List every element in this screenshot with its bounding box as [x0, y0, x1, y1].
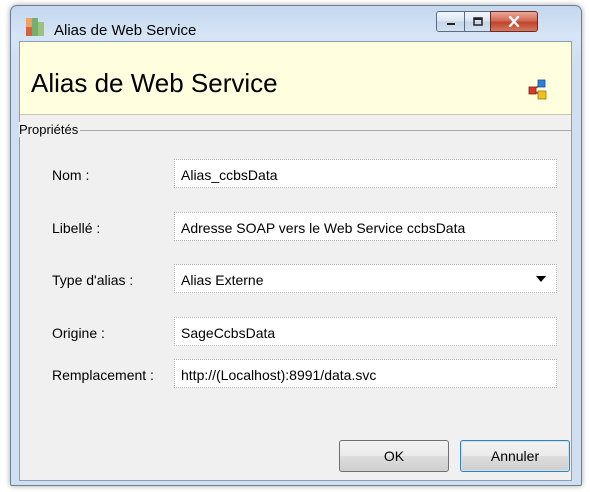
close-button[interactable]: [490, 11, 538, 32]
group-label-properties: Propriétés: [19, 122, 81, 137]
group-divider: [75, 130, 571, 131]
label-remplacement: Remplacement :: [52, 367, 154, 383]
dialog-window: Alias de Web Service Alias de Web Servic…: [10, 5, 582, 486]
web-service-icon: [528, 79, 547, 100]
maximize-icon: [472, 17, 483, 26]
origine-input[interactable]: SageCcbsData: [174, 317, 557, 346]
nom-input[interactable]: Alias_ccbsData: [174, 159, 557, 188]
dialog-client-area: Alias de Web Service Propriétés Nom : Al…: [19, 41, 572, 481]
minimize-icon: [446, 22, 455, 25]
cancel-button[interactable]: Annuler: [460, 440, 570, 472]
label-origine: Origine :: [52, 325, 105, 341]
window-title: Alias de Web Service: [54, 22, 197, 39]
label-libelle: Libellé :: [52, 220, 101, 236]
title-bar[interactable]: Alias de Web Service: [11, 6, 581, 39]
remplacement-input[interactable]: http://(Localhost):8991/data.svc: [174, 359, 557, 388]
close-icon: [508, 16, 520, 27]
type-alias-select[interactable]: Alias Externe: [174, 264, 557, 293]
type-alias-value: Alias Externe: [181, 272, 264, 288]
minimize-button[interactable]: [436, 11, 465, 32]
header-title: Alias de Web Service: [31, 68, 278, 98]
libelle-input[interactable]: Adresse SOAP vers le Web Service ccbsDat…: [174, 212, 557, 241]
header-banner: Alias de Web Service: [20, 42, 571, 115]
dropdown-arrow-icon[interactable]: [536, 276, 546, 282]
ok-button[interactable]: OK: [339, 440, 449, 472]
label-nom: Nom :: [52, 167, 90, 183]
maximize-button[interactable]: [464, 11, 491, 32]
label-type-alias: Type d'alias :: [52, 272, 134, 288]
app-icon: [26, 18, 44, 36]
